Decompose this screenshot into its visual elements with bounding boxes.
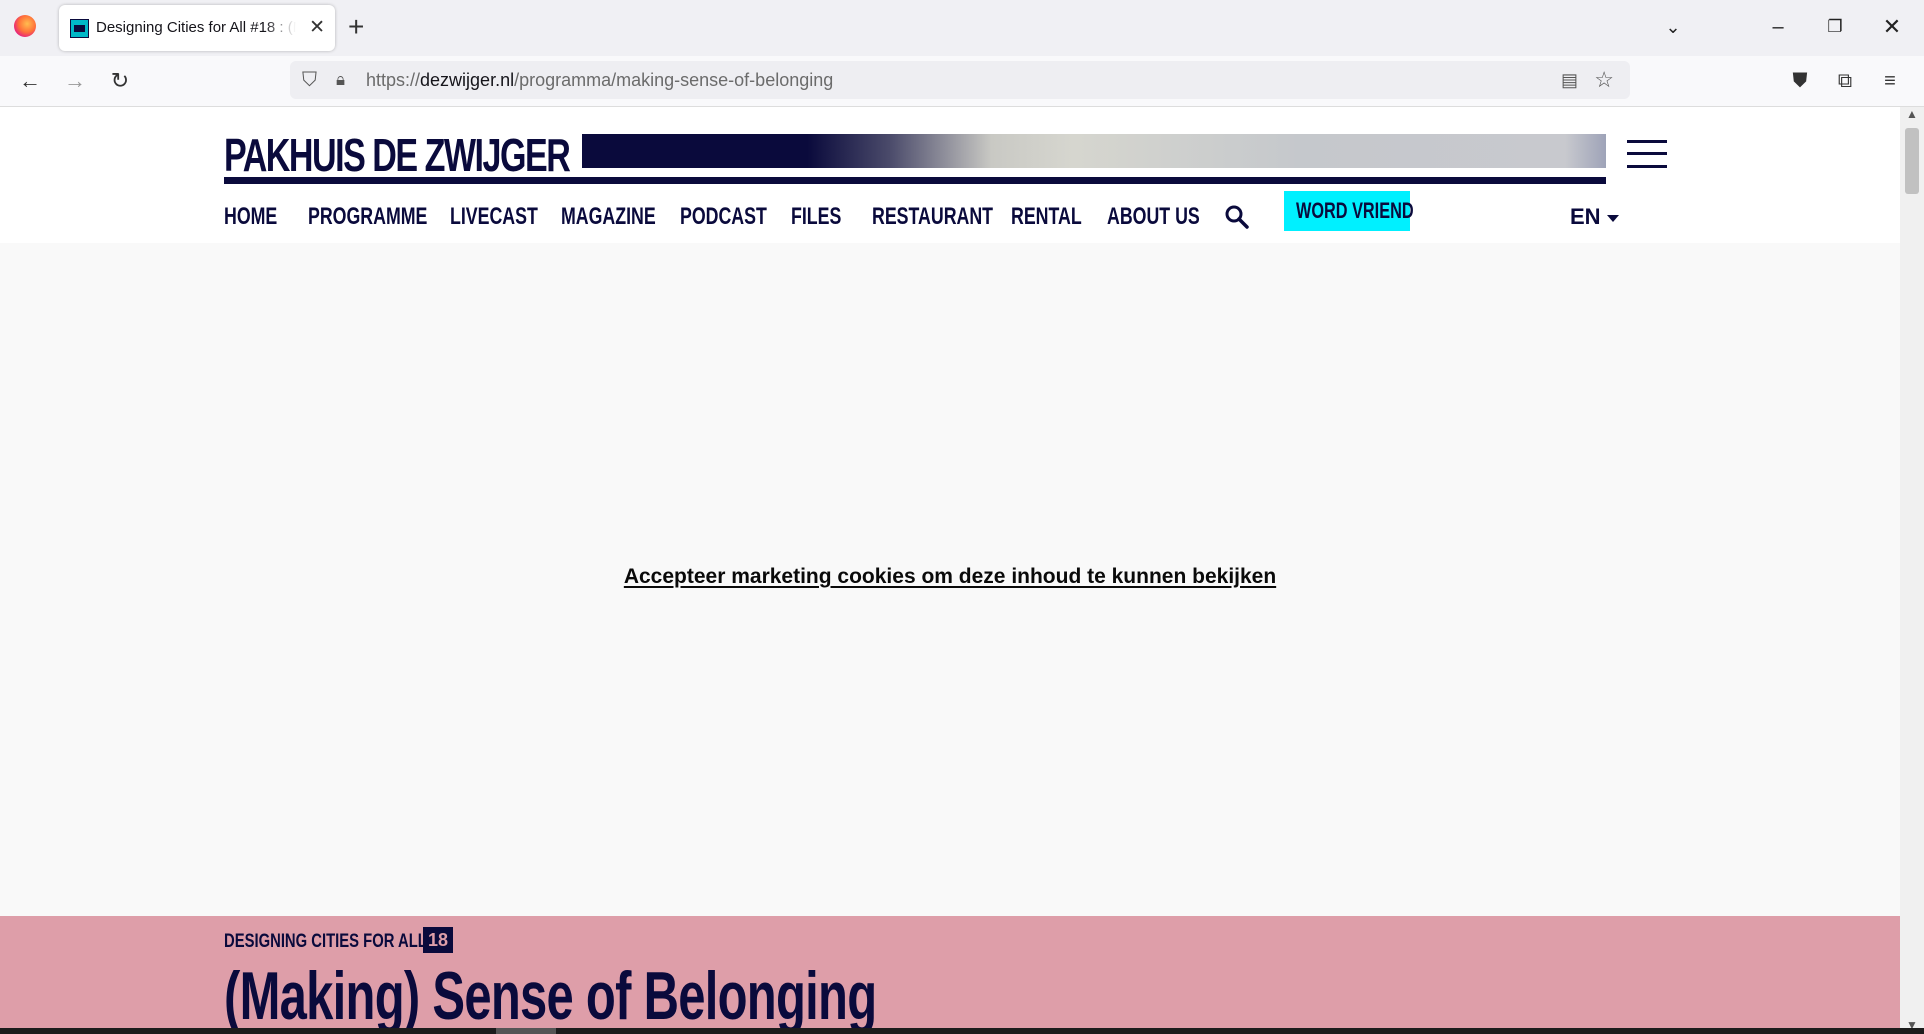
scrollbar-thumb[interactable] (1905, 128, 1919, 194)
event-title: (Making) Sense of Belonging (224, 958, 877, 1034)
url-bar[interactable]: ⛉ 🔒︎ https://dezwijger.nl/programma/maki… (290, 61, 1630, 99)
browser-tab-active[interactable]: Designing Cities for All #18 : (Making) … (59, 5, 335, 51)
browser-toolbar: ← → ↻ ⛉ 🔒︎ https://dezwijger.nl/programm… (0, 56, 1924, 107)
word-vriend-button[interactable]: WORD VRIEND (1284, 191, 1414, 231)
nav-magazine[interactable]: MAGAZINE (561, 197, 656, 237)
logo-text: PAKHUIS DE ZWIJGER (224, 129, 571, 181)
nav-rental[interactable]: RENTAL (1011, 197, 1082, 237)
site-logo[interactable]: PAKHUIS DE ZWIJGER (224, 127, 1606, 187)
search-icon[interactable] (1224, 204, 1250, 230)
restore-icon[interactable]: ❐ (1815, 10, 1855, 44)
forward-icon[interactable]: → (55, 56, 95, 106)
url-text[interactable]: https://dezwijger.nl/programma/making-se… (366, 61, 833, 99)
event-number-badge: 18 (423, 927, 454, 953)
pocket-icon[interactable]: ⛊ (1780, 56, 1820, 106)
logo-gradient-band (582, 134, 1606, 168)
site-header: PAKHUIS DE ZWIJGER HOME PROGRAMME LIVECA… (0, 107, 1900, 243)
logo-underline (224, 177, 1606, 184)
bookmark-star-icon[interactable]: ☆ (1594, 61, 1614, 99)
back-icon[interactable]: ← (10, 56, 50, 106)
firefox-logo-icon (14, 15, 36, 37)
new-tab-button[interactable]: + (348, 10, 364, 44)
tab-list-icon[interactable]: ⌄ (1653, 10, 1693, 44)
hamburger-menu-icon[interactable] (1627, 140, 1667, 168)
tab-close-icon[interactable]: ✕ (309, 5, 325, 51)
extensions-icon[interactable]: ⧉ (1825, 56, 1865, 106)
nav-programme[interactable]: PROGRAMME (308, 197, 427, 237)
accept-marketing-cookies-link[interactable]: Accepteer marketing cookies om deze inho… (624, 565, 1276, 588)
reload-icon[interactable]: ↻ (100, 56, 140, 106)
nav-home[interactable]: HOME (224, 197, 277, 237)
lock-icon[interactable]: 🔒︎ (336, 61, 345, 99)
language-selector[interactable]: EN (1570, 197, 1619, 237)
language-label: EN (1570, 204, 1601, 229)
shield-icon[interactable]: ⛉ (302, 61, 317, 99)
window-close-icon[interactable]: ✕ (1872, 10, 1912, 44)
nav-restaurant[interactable]: RESTAURANT (872, 197, 993, 237)
scroll-up-icon[interactable]: ▲ (1900, 107, 1924, 121)
word-vriend-label: WORD VRIEND (1296, 198, 1414, 223)
reader-view-icon[interactable]: ▤ (1561, 61, 1578, 99)
event-series-label[interactable]: DESIGNING CITIES FOR ALL (224, 929, 427, 955)
page-scrollbar[interactable]: ▲ ▼ (1900, 107, 1924, 1034)
taskbar-active-indicator (496, 1028, 556, 1034)
event-header: DESIGNING CITIES FOR ALL 18 (Making) Sen… (0, 916, 1900, 1034)
page-viewport: PAKHUIS DE ZWIJGER HOME PROGRAMME LIVECA… (0, 107, 1900, 1034)
cookie-consent-notice: Accepteer marketing cookies om deze inho… (0, 565, 1900, 589)
site-favicon-icon (70, 19, 89, 38)
app-menu-icon[interactable]: ≡ (1870, 56, 1910, 106)
nav-podcast[interactable]: PODCAST (680, 197, 767, 237)
nav-files[interactable]: FILES (791, 197, 841, 237)
nav-about-us[interactable]: ABOUT US (1107, 197, 1200, 237)
minimize-icon[interactable]: – (1758, 10, 1798, 44)
os-taskbar (0, 1028, 1924, 1034)
nav-livecast[interactable]: LIVECAST (450, 197, 538, 237)
tab-strip: Designing Cities for All #18 : (Making) … (0, 0, 1924, 56)
tab-title: Designing Cities for All #18 : (Making) … (96, 19, 296, 36)
caret-down-icon (1606, 214, 1619, 222)
